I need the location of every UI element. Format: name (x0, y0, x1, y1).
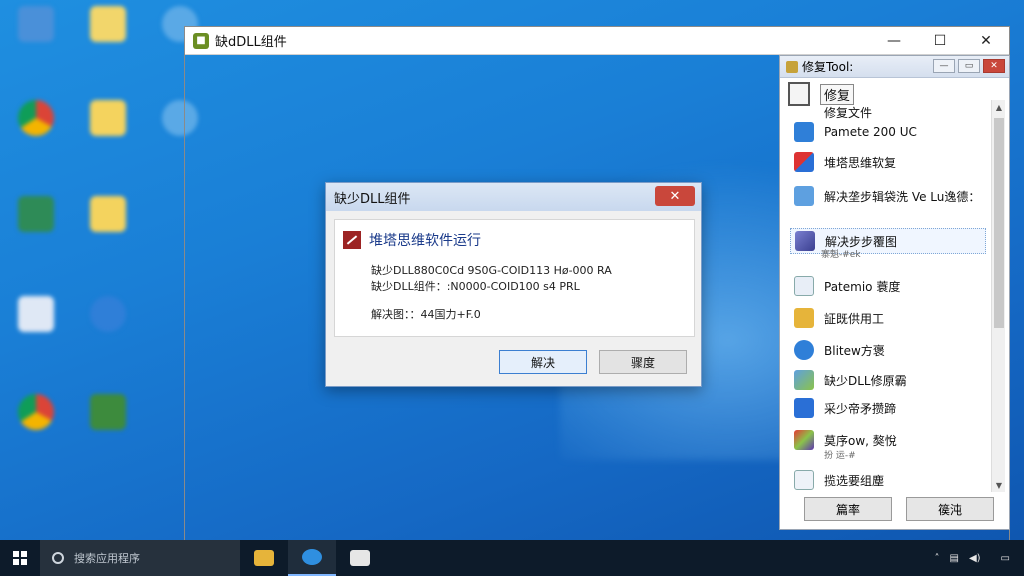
error-dialog: 缺少DLL组件 ✕ 堆塔思维软件运行 缺少DLL880C0Cd 9S0G-COI… (325, 182, 702, 387)
desktop-icon[interactable] (78, 394, 138, 436)
tool-icon (795, 231, 815, 251)
list-item-label: 証既供用工 (824, 311, 885, 326)
system-tray: ˄ ▤ ◀) ▭ (935, 553, 1024, 564)
tool-right-button[interactable]: 篌沌 (906, 497, 994, 521)
desktop-icons (0, 0, 198, 540)
desktop-icon[interactable] (6, 196, 66, 238)
main-window-title: 缺dDLL组件 (215, 35, 287, 50)
document-icon (794, 276, 814, 296)
list-item-label: 揽选要组塵 (824, 473, 885, 488)
dialog-body: 堆塔思维软件运行 缺少DLL880C0Cd 9S0G-COID113 Hø-00… (334, 219, 695, 337)
chrome-icon[interactable] (6, 394, 66, 436)
tool-app-icon (786, 60, 798, 73)
list-item-label: Patemio 蓑度 (824, 279, 901, 294)
folder-icon[interactable] (78, 100, 138, 142)
list-item-label: 堆塔思维软复 (824, 155, 897, 170)
pencil-icon (794, 430, 814, 450)
folder-icon (794, 308, 814, 328)
tool-scrollbar[interactable]: ▲ ▼ (991, 100, 1005, 492)
dialog-heading: 堆塔思维软件运行 (369, 233, 481, 249)
dialog-resolve-button[interactable]: 解决 (499, 350, 587, 374)
dialog-message-line: 缺少DLL880C0Cd 9S0G-COID113 Hø-000 RA (371, 264, 612, 277)
dialog-titlebar[interactable]: 缺少DLL组件 ✕ (326, 183, 701, 211)
list-item-selected[interactable]: 解决步步覆图 寨魁-#ek (790, 228, 986, 260)
tool-titlebar[interactable]: 修复Tool: — ▭ ✕ (780, 56, 1009, 78)
desktop-icon[interactable] (6, 6, 66, 48)
list-item[interactable]: 采少帝矛攒蹄 (794, 398, 990, 418)
list-item-label: 解决垄步辑袋洗 Ve Lu逸德： (824, 189, 981, 204)
tool-left-button[interactable]: 篇率 (804, 497, 892, 521)
main-titlebar[interactable]: ■ 缺dDLL组件 — ☐ ✕ (185, 27, 1009, 55)
desktop-icon[interactable] (78, 6, 138, 48)
tool-maximize-button[interactable]: ▭ (958, 59, 980, 73)
list-item[interactable]: Blitew方褒 (794, 340, 990, 360)
list-item-sublabel: 扮 运-# (824, 451, 856, 461)
dialog-title: 缺少DLL组件 (334, 191, 411, 207)
list-item-label: Pamete 200 UC (824, 125, 917, 139)
app-icon: ■ (193, 32, 209, 49)
start-button[interactable] (0, 540, 40, 576)
scroll-down-icon[interactable]: ▼ (992, 478, 1006, 492)
list-item-label: 修复文件 (824, 105, 873, 120)
taskbar-app-store[interactable] (336, 540, 384, 576)
dialog-close-button[interactable]: ✕ (655, 186, 695, 206)
dialog-solution-line: 解决图：：44国力+F.0 (371, 308, 481, 321)
wrench-icon (794, 398, 814, 418)
list-item[interactable]: 修复文件 (794, 102, 990, 122)
list-item-label: 采少帝矛攒蹄 (824, 401, 897, 416)
close-button[interactable]: ✕ (963, 27, 1009, 55)
taskbar-app-folder[interactable] (240, 540, 288, 576)
monitor-icon (794, 122, 814, 142)
folder-icon[interactable] (78, 196, 138, 238)
list-item-label: 莫序ow, 獒悅 (824, 433, 897, 448)
dialog-message-line: 缺少DLL组件：:N0000-COID100 s4 PRL (371, 280, 580, 293)
dialog-secondary-button[interactable]: 骤度 (599, 350, 687, 374)
tool-close-button[interactable]: ✕ (983, 59, 1005, 73)
tool-minimize-button[interactable]: — (933, 59, 955, 73)
puzzle-icon (794, 370, 814, 390)
scrollbar-thumb[interactable] (994, 118, 1004, 328)
list-item-label: Blitew方褒 (824, 343, 885, 358)
list-item-sublabel: 寨魁-#ek (821, 250, 861, 260)
blank-icon (794, 102, 814, 122)
list-item[interactable]: Patemio 蓑度 (794, 276, 990, 296)
gear-icon (794, 186, 814, 206)
list-item[interactable]: 揽选要组塵 (794, 470, 990, 490)
search-placeholder: 搜索应用程序 (74, 552, 140, 565)
tool-item-list: 修复文件 Pamete 200 UC 堆塔思维软复 解决垄步辑袋洗 Ve Lu逸… (786, 100, 992, 490)
network-icon[interactable]: ▤ (950, 553, 959, 564)
windows-logo-icon (13, 551, 27, 565)
taskbar-app-edge[interactable] (288, 540, 336, 576)
maximize-button[interactable]: ☐ (917, 27, 963, 55)
minimize-button[interactable]: — (871, 27, 917, 55)
list-item[interactable]: 証既供用工 (794, 308, 990, 328)
list-item[interactable]: 堆塔思维软复 (794, 152, 990, 172)
notification-icon[interactable]: ▭ (1001, 553, 1010, 564)
list-item[interactable]: 莫序ow, 獒悅 扮 运-# (794, 430, 990, 461)
taskbar-search-box[interactable]: 搜索应用程序 (40, 540, 240, 576)
globe-icon[interactable] (78, 296, 138, 338)
document-icon (794, 470, 814, 490)
search-icon (52, 552, 64, 564)
volume-icon[interactable]: ◀) (969, 553, 981, 564)
list-item[interactable]: 缺少DLL修原霸 (794, 370, 990, 390)
repair-arrow-icon (794, 152, 814, 172)
store-icon (350, 550, 370, 566)
chevron-up-icon[interactable]: ˄ (935, 553, 940, 564)
taskbar: 搜索应用程序 ˄ ▤ ◀) ▭ (0, 540, 1024, 576)
tool-title: 修复Tool: (802, 60, 854, 74)
chrome-icon[interactable] (6, 100, 66, 142)
edge-icon (302, 549, 322, 565)
folder-icon (254, 550, 274, 566)
list-item-label: 缺少DLL修原霸 (824, 373, 907, 388)
repair-tool-panel: 修复Tool: — ▭ ✕ 修复 修复文件 Pamete 200 UC 堆塔思维… (779, 55, 1010, 530)
desktop-icon[interactable] (6, 296, 66, 338)
error-icon (343, 231, 361, 249)
list-item[interactable]: 解决垄步辑袋洗 Ve Lu逸德： (794, 186, 990, 206)
list-item[interactable]: Pamete 200 UC (794, 122, 990, 142)
search-icon (794, 340, 814, 360)
scroll-up-icon[interactable]: ▲ (992, 100, 1006, 114)
